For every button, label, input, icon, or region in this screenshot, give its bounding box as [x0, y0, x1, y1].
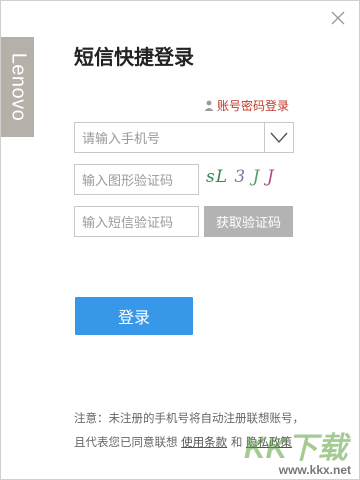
- captcha-char: 3: [234, 167, 247, 187]
- image-code-input[interactable]: 输入图形验证码: [74, 164, 199, 195]
- captcha-image[interactable]: sL 3 J J: [206, 167, 290, 193]
- watermark-logo: KK下载: [244, 432, 348, 465]
- login-button[interactable]: 登录: [75, 297, 193, 335]
- page-title: 短信快捷登录: [74, 45, 194, 69]
- terms-link[interactable]: 使用条款: [181, 435, 227, 449]
- captcha-char: J: [252, 167, 261, 187]
- user-icon: [204, 100, 214, 111]
- brand-tab: Lenovo: [1, 37, 34, 137]
- notice-prefix: 且代表您已同意联想: [74, 435, 178, 449]
- watermark: KK下载 www.kkx.net: [238, 423, 353, 477]
- close-icon: [331, 11, 345, 25]
- login-window: Lenovo 短信快捷登录 账号密码登录 请输入手机号 输入图形验证码 sL 3…: [0, 0, 360, 480]
- watermark-url: www.kkx.net: [278, 463, 351, 477]
- lenovo-logo: Lenovo: [7, 52, 29, 122]
- phone-input[interactable]: 请输入手机号: [74, 122, 265, 153]
- captcha-char: sL: [206, 167, 229, 187]
- close-button[interactable]: [329, 9, 347, 27]
- sms-code-input[interactable]: 输入短信验证码: [74, 206, 199, 237]
- phone-placeholder: 请输入手机号: [82, 132, 161, 147]
- phone-dropdown-button[interactable]: [264, 122, 294, 153]
- password-login-link[interactable]: 账号密码登录: [204, 97, 289, 114]
- captcha-char: J: [266, 167, 275, 187]
- chevron-down-icon: [270, 132, 288, 144]
- get-code-button[interactable]: 获取验证码: [204, 206, 293, 237]
- image-code-placeholder: 输入图形验证码: [82, 174, 174, 189]
- password-login-label: 账号密码登录: [217, 99, 290, 113]
- sms-code-placeholder: 输入短信验证码: [82, 216, 174, 231]
